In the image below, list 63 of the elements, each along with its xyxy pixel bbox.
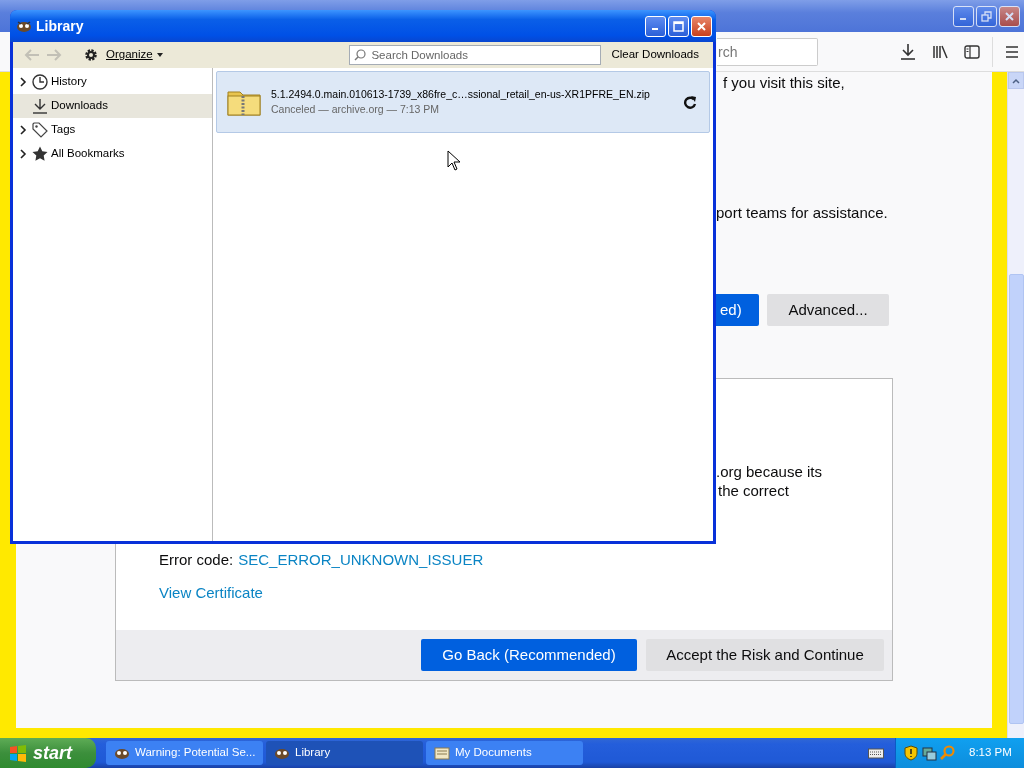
scroll-thumb[interactable]: [1009, 274, 1024, 724]
paragraph-text: the correct: [718, 481, 790, 500]
view-certificate-link[interactable]: View Certificate: [159, 583, 263, 603]
gear-icon[interactable]: [83, 47, 99, 63]
file-name: 5.1.2494.0.main.010613-1739_x86fre_c…ssional_retail_en-us-XR1PFRE_EN.zip: [271, 86, 651, 102]
advanced-button[interactable]: Advanced...: [767, 294, 889, 326]
clock-icon: [32, 74, 48, 90]
sidebar-item[interactable]: Downloads: [13, 94, 212, 118]
sidebar-item[interactable]: Tags: [13, 118, 212, 142]
window-title: Library: [36, 16, 84, 36]
restore-button[interactable]: [976, 5, 997, 27]
error-code-label: Error code:: [159, 550, 234, 570]
taskbar-button[interactable]: Library: [266, 741, 423, 765]
sidebar-icon[interactable]: [964, 44, 980, 59]
expand-icon[interactable]: [19, 77, 27, 87]
restore-icon[interactable]: [981, 10, 992, 22]
scroll-up-button[interactable]: [1008, 72, 1024, 89]
sidebar-item[interactable]: All Bookmarks: [13, 142, 212, 166]
maximize-icon[interactable]: [673, 20, 684, 32]
zip-file-icon: [227, 88, 261, 116]
paragraph-text: .org because its: [716, 462, 823, 481]
download-item[interactable]: 5.1.2494.0.main.010613-1739_x86fre_c…ssional_retail_en-us-XR1PFRE_EN.zip Canceled — archive.org — 7:13 PM: [216, 71, 710, 133]
close-icon[interactable]: [1004, 10, 1015, 22]
accept-risk-button[interactable]: Accept the Risk and Continue: [646, 639, 884, 671]
close-button[interactable]: [999, 5, 1020, 27]
search-field[interactable]: rch: [717, 37, 818, 66]
star-icon: [32, 146, 48, 162]
tag-icon: [32, 122, 48, 138]
app-icon: [16, 19, 32, 33]
expand-icon[interactable]: [19, 149, 27, 159]
go-back-button[interactable]: Go Back (Recommended): [421, 639, 637, 671]
windows-flag-icon[interactable]: [8, 744, 28, 762]
search-field[interactable]: Search Downloads: [349, 45, 602, 65]
error-code-link[interactable]: SEC_ERROR_UNKNOWN_ISSUER: [238, 550, 484, 570]
download-icon: [32, 98, 48, 114]
close-icon[interactable]: [696, 20, 707, 32]
minimize-button[interactable]: [953, 5, 974, 27]
sidebar-item[interactable]: History: [13, 70, 212, 94]
taskbar-button[interactable]: My Documents: [426, 741, 583, 765]
clock-text: 8:13 PM: [969, 745, 1012, 761]
minimize-button[interactable]: [645, 15, 666, 37]
folder-icon[interactable]: [434, 745, 450, 761]
close-button[interactable]: [691, 15, 712, 37]
taskbar-button[interactable]: Warning: Potential Se...: [106, 741, 263, 765]
caret-icon[interactable]: [156, 53, 163, 57]
expand-icon[interactable]: [19, 125, 27, 135]
paragraph-text: port teams for assistance.: [716, 203, 889, 223]
primary-button[interactable]: ed): [716, 294, 759, 326]
search-icon: [354, 49, 367, 61]
clear-downloads-button[interactable]: Clear Downloads: [607, 46, 703, 64]
menu-icon[interactable]: [1005, 44, 1019, 59]
mouse-cursor-icon: [447, 150, 460, 171]
network-icon[interactable]: [921, 745, 937, 761]
library-icon[interactable]: [932, 43, 948, 60]
download-status: Canceled — archive.org — 7:13 PM: [271, 101, 441, 117]
keyboard-icon[interactable]: [868, 747, 884, 759]
retry-icon[interactable]: [683, 95, 697, 109]
shield-icon[interactable]: [904, 745, 918, 761]
download-icon[interactable]: [900, 42, 916, 61]
organize-menu[interactable]: Organize: [102, 46, 167, 64]
paragraph-text: f you visit this site,: [723, 73, 846, 93]
maximize-button[interactable]: [668, 15, 689, 37]
start-button[interactable]: start: [0, 738, 96, 768]
